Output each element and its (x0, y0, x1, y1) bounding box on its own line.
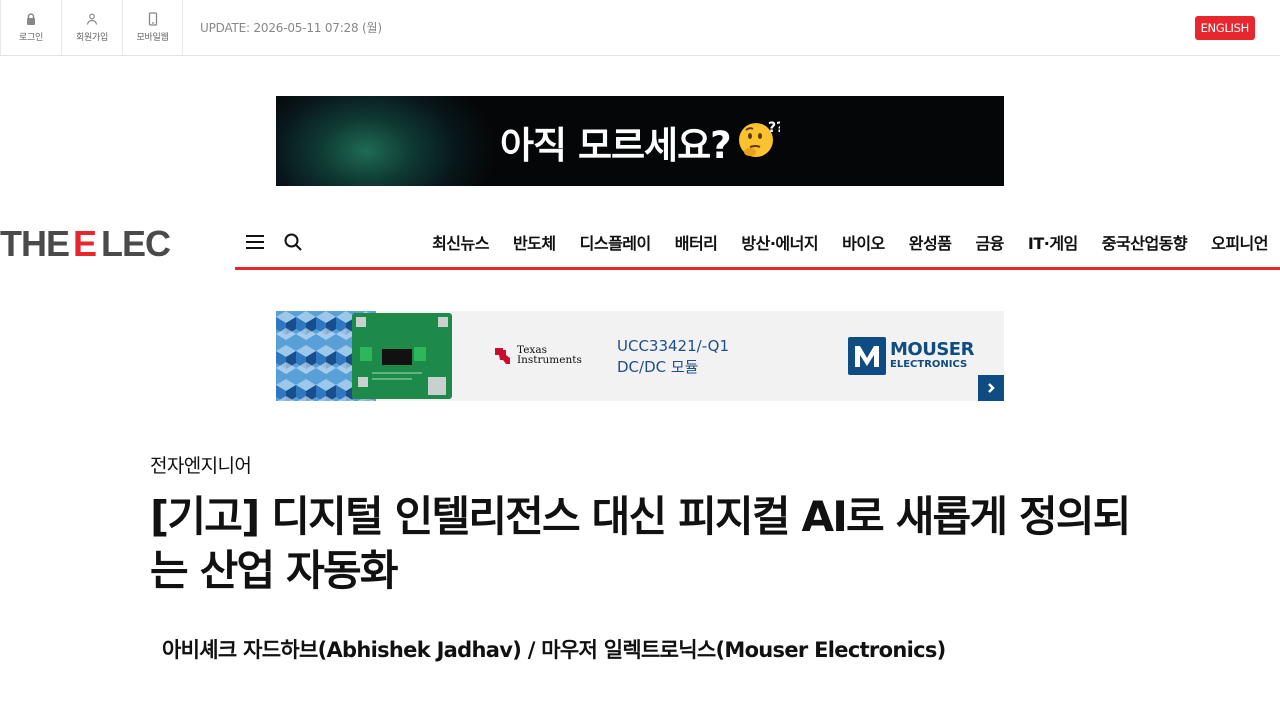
signup-label: 회원가입 (76, 33, 108, 43)
mouser-subtitle: ELECTRONICS (890, 359, 968, 370)
mobile-web-label: 모바일웹 (136, 33, 169, 43)
nav-item-china-industry[interactable]: 중국산업동향 (1102, 230, 1188, 254)
svg-text:??: ?? (768, 120, 780, 136)
ad-product-text: UCC33421/-Q1 DC/DC 모듈 (617, 336, 729, 378)
thinking-face-icon: ?? (739, 120, 780, 157)
theelec-logo[interactable]: THE E LEC (0, 226, 205, 260)
mouser-m-icon (848, 337, 886, 375)
mouser-ad-banner[interactable]: Texas Instruments UCC33421/-Q1 DC/DC 모듈 … (276, 311, 1004, 401)
nav-item-it-game[interactable]: IT·게임 (1028, 230, 1078, 254)
evaluation-board-image (352, 313, 452, 399)
nav-item-defense-energy[interactable]: 방산·에너지 (741, 230, 818, 254)
login-label: 로그인 (19, 33, 43, 43)
article-subtitle: 아비셰크 자드하브(Abhishek Jadhav) / 마우저 일렉트로닉스(… (162, 638, 946, 662)
texas-instruments-logo: Texas Instruments (492, 344, 582, 366)
nav-divider (235, 267, 1280, 270)
ti-name-line2: Instruments (517, 354, 582, 366)
login-button[interactable]: 로그인 (0, 0, 61, 55)
signup-button[interactable]: 회원가입 (61, 0, 122, 55)
nav-item-semiconductor[interactable]: 반도체 (513, 230, 556, 254)
mobile-web-button[interactable]: 모바일웹 (122, 0, 183, 55)
mouser-name: MOUSER (890, 339, 974, 360)
ad-next-button[interactable] (978, 375, 1004, 401)
nav-item-finished-products[interactable]: 완성품 (909, 230, 952, 254)
chevron-right-icon (988, 383, 995, 393)
article-title: [기고] 디지털 인텔리전스 대신 피지컬 AI로 새롭게 정의되는 산업 자동… (150, 492, 1131, 595)
ad-product-model: UCC33421/-Q1 (617, 337, 730, 355)
nav-item-latest-news[interactable]: 최신뉴스 (432, 230, 489, 254)
article-section-label[interactable]: 전자엔지니어 (150, 451, 252, 478)
nav-item-bio[interactable]: 바이오 (842, 230, 885, 254)
nav-item-battery[interactable]: 배터리 (675, 230, 718, 254)
hamburger-menu-icon[interactable] (245, 232, 265, 252)
user-icon (86, 13, 98, 25)
svg-text:E: E (73, 226, 97, 260)
top-utility-bar: 로그인 회원가입 모바일웹 UPDATE: 2026-05-11 07:28 (… (0, 0, 1280, 56)
mobile-phone-icon (148, 12, 157, 26)
lock-icon (27, 13, 35, 25)
nav-item-opinion[interactable]: 오피니언 (1211, 230, 1268, 254)
search-icon[interactable] (283, 232, 303, 252)
ti-emblem-icon (495, 348, 510, 364)
svg-text:LEC: LEC (101, 226, 171, 260)
svg-text:THE: THE (0, 226, 69, 260)
mouser-logo: MOUSER ELECTRONICS (848, 337, 974, 375)
nav-item-finance[interactable]: 금융 (975, 230, 1004, 254)
banner-ad-text: 아직 모르세요? (500, 124, 732, 167)
english-button[interactable]: ENGLISH (1194, 16, 1255, 40)
update-timestamp: UPDATE: 2026-05-11 07:28 (월) (200, 21, 382, 35)
main-navigation: 최신뉴스 반도체 디스플레이 배터리 방산·에너지 바이오 완성품 금융 IT·… (432, 230, 1268, 254)
ad-product-type: DC/DC 모듈 (617, 358, 699, 376)
nav-item-display[interactable]: 디스플레이 (580, 230, 652, 254)
top-banner-ad[interactable]: 아직 모르세요? ?? (276, 96, 1004, 186)
